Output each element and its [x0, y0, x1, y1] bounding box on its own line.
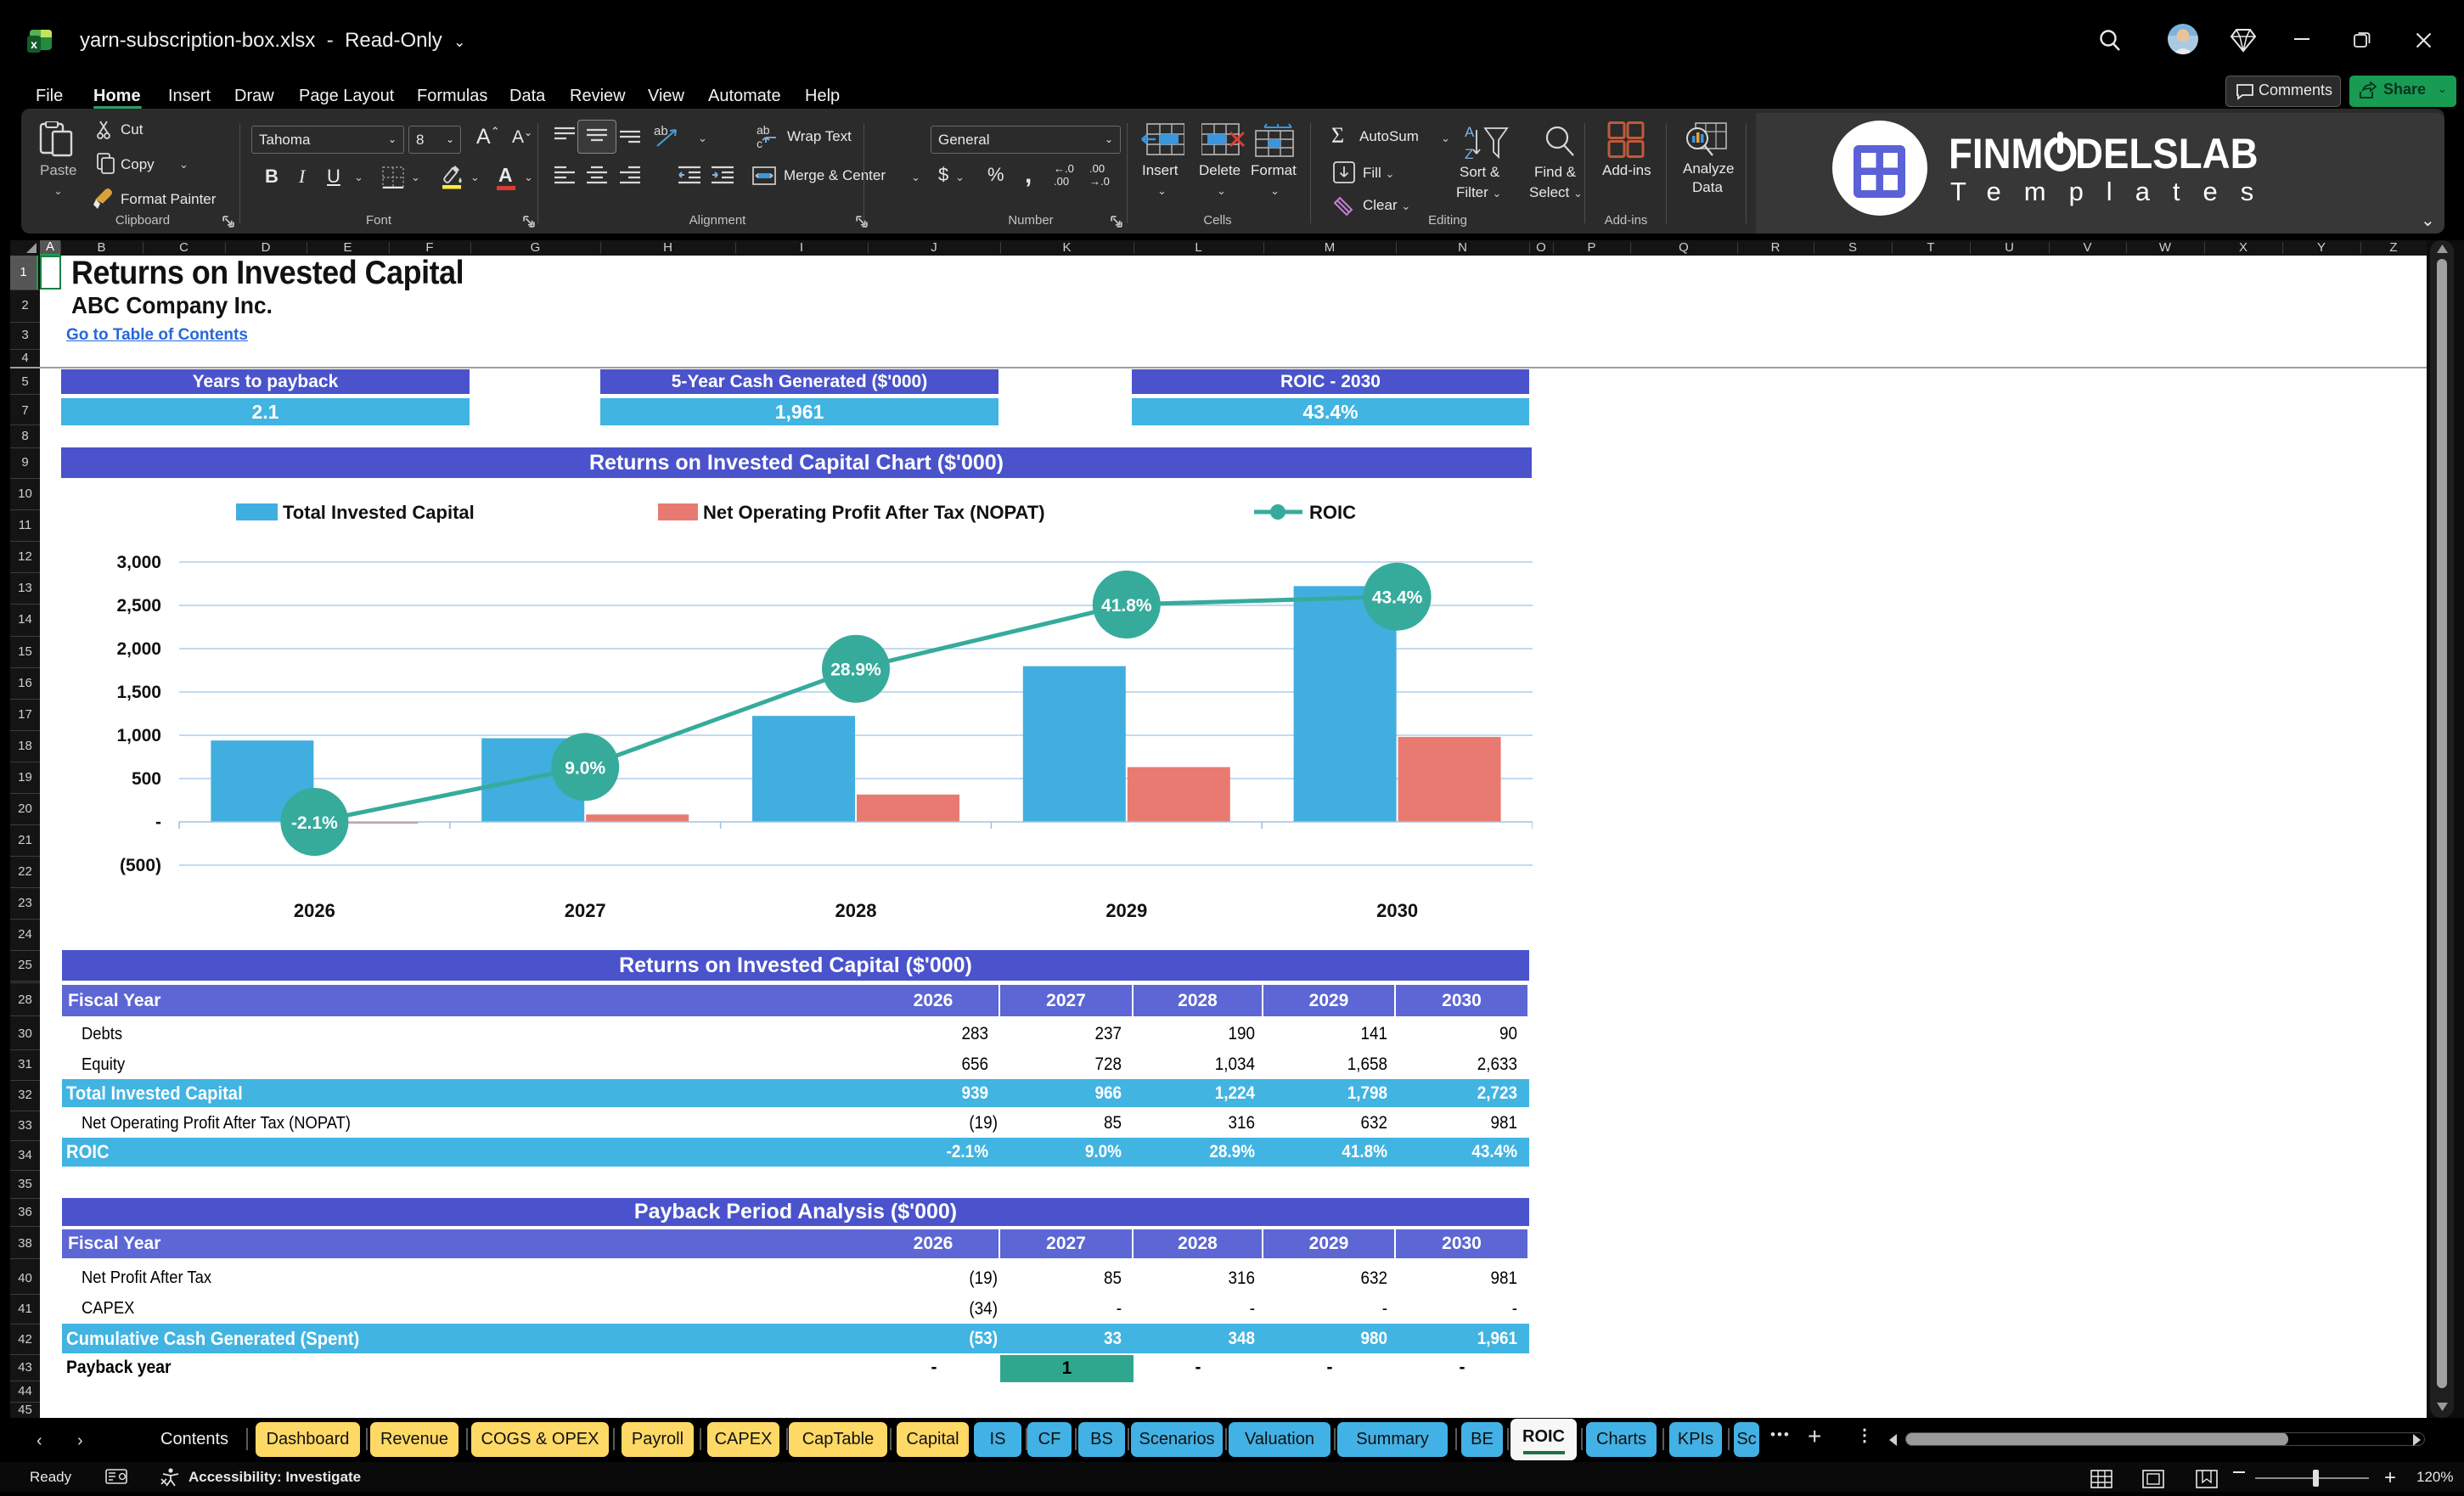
svg-text:2027: 2027 — [565, 900, 606, 921]
svg-text:2030: 2030 — [1376, 900, 1418, 921]
svg-text:41.8%: 41.8% — [1101, 596, 1152, 616]
svg-text:Net Operating Profit After Tax: Net Operating Profit After Tax (NOPAT) — [703, 502, 1045, 523]
svg-text:2,000: 2,000 — [116, 639, 161, 659]
svg-text:2028: 2028 — [835, 900, 877, 921]
svg-text:2,500: 2,500 — [116, 596, 161, 616]
svg-text:43.4%: 43.4% — [1372, 588, 1423, 608]
svg-text:A: A — [1465, 124, 1475, 140]
svg-text:1,000: 1,000 — [116, 726, 161, 745]
svg-text:Total Invested Capital: Total Invested Capital — [283, 502, 475, 523]
svg-text:9.0%: 9.0% — [565, 758, 605, 778]
svg-text:-2.1%: -2.1% — [291, 813, 338, 833]
svg-text:-: - — [155, 813, 161, 832]
svg-text:2029: 2029 — [1105, 900, 1147, 921]
svg-text:3,000: 3,000 — [116, 553, 161, 572]
svg-text:1,500: 1,500 — [116, 683, 161, 702]
svg-text:Z: Z — [1465, 146, 1473, 162]
svg-text:ROIC: ROIC — [1309, 502, 1356, 523]
svg-text:ab: ab — [757, 123, 770, 137]
svg-text:ab: ab — [654, 124, 668, 138]
svg-text:2026: 2026 — [294, 900, 335, 921]
svg-text:500: 500 — [132, 769, 161, 789]
svg-text:28.9%: 28.9% — [830, 661, 881, 680]
svg-text:(500): (500) — [120, 856, 161, 875]
svg-text:c: c — [757, 137, 762, 149]
